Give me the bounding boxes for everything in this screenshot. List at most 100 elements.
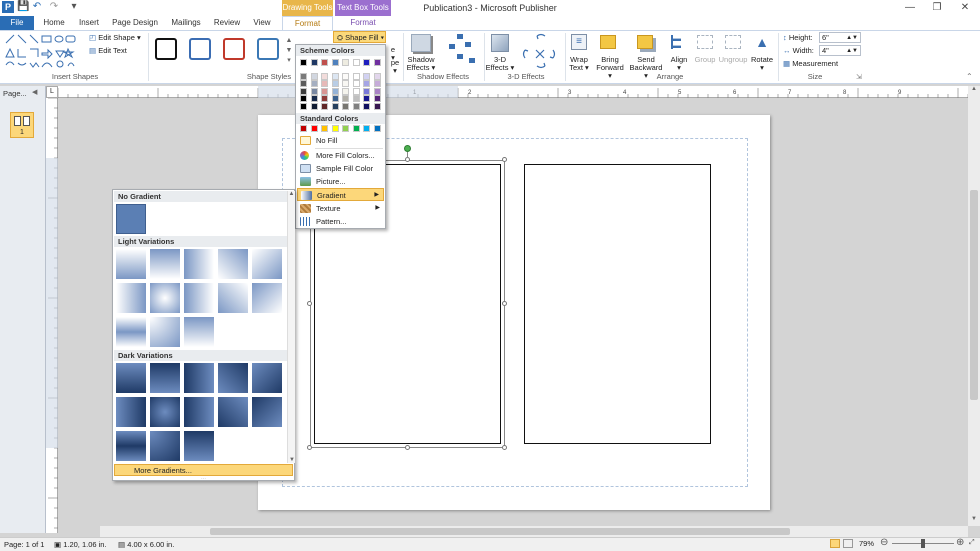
gradient-variation-tile[interactable] <box>150 397 180 427</box>
scheme-color-swatch[interactable] <box>310 87 318 95</box>
wrap-text-button[interactable]: Wrap Text ▾ <box>565 56 593 72</box>
standard-color-swatch[interactable] <box>352 125 360 132</box>
scheme-color-swatch[interactable] <box>373 87 381 95</box>
gradient-variation-tile[interactable] <box>184 397 214 427</box>
scheme-color-swatch[interactable] <box>300 59 307 66</box>
scheme-color-swatch[interactable] <box>352 72 360 80</box>
gallery-scroll-up-icon[interactable]: ▲ <box>288 191 295 197</box>
gradient-variation-tile[interactable] <box>252 249 282 279</box>
scheme-color-swatch[interactable] <box>373 102 381 110</box>
scheme-color-swatch[interactable] <box>363 72 370 80</box>
scheme-color-swatch[interactable] <box>300 87 307 95</box>
scheme-color-swatch[interactable] <box>363 87 370 95</box>
tab-file[interactable]: File <box>0 16 34 30</box>
scheme-color-swatch[interactable] <box>363 95 370 102</box>
gradient-variation-tile[interactable] <box>184 283 214 313</box>
gradient-variation-tile[interactable] <box>184 317 214 347</box>
tab-review[interactable]: Review <box>211 16 243 30</box>
3d-effects-button[interactable]: 3-D Effects ▾ <box>484 56 516 72</box>
tab-view[interactable]: View <box>249 16 275 30</box>
group-button[interactable]: Group <box>692 56 718 64</box>
scheme-color-swatch[interactable] <box>331 95 339 102</box>
ungroup-button[interactable]: Ungroup <box>716 56 750 64</box>
vertical-ruler[interactable] <box>46 97 58 533</box>
no-gradient-swatch[interactable] <box>116 204 146 234</box>
two-page-view-icon[interactable] <box>843 539 853 548</box>
gradient-variation-tile[interactable] <box>184 363 214 393</box>
tab-home[interactable]: Home <box>40 16 68 30</box>
scheme-color-swatch[interactable] <box>363 80 370 87</box>
scheme-color-swatch[interactable] <box>321 72 328 80</box>
scroll-down-icon[interactable]: ▼ <box>968 516 980 522</box>
edit-shape-button[interactable]: ◰ Edit Shape ▾ <box>89 34 149 42</box>
ruler-corner-icon[interactable]: L <box>46 86 58 98</box>
gallery-scroll-down-icon[interactable]: ▼ <box>288 457 296 463</box>
gradient-variation-tile[interactable] <box>150 431 180 461</box>
fit-page-icon[interactable]: ⤢ <box>969 539 975 547</box>
scheme-color-swatch[interactable] <box>342 95 349 102</box>
shadow-effects-button[interactable]: Shadow Effects ▾ <box>402 56 440 72</box>
minimize-icon[interactable]: — <box>895 2 925 14</box>
gradient-variation-tile[interactable] <box>116 397 146 427</box>
gradient-variation-tile[interactable] <box>150 317 180 347</box>
gradient-variation-tile[interactable] <box>150 283 180 313</box>
tab-page-design[interactable]: Page Design <box>110 16 160 30</box>
vertical-scroll-thumb[interactable] <box>970 190 978 400</box>
scheme-color-swatch[interactable] <box>310 95 318 102</box>
scroll-up-icon[interactable]: ▲ <box>968 86 980 92</box>
scheme-color-swatch[interactable] <box>300 72 307 80</box>
gradient-variation-tile[interactable] <box>150 363 180 393</box>
more-fill-colors-item[interactable]: More Fill Colors... <box>297 149 384 162</box>
single-page-view-icon[interactable] <box>830 539 840 548</box>
3d-tilt-icons[interactable] <box>519 32 561 72</box>
horizontal-scrollbar[interactable] <box>100 526 968 537</box>
gradient-variation-tile[interactable] <box>184 249 214 279</box>
scheme-color-swatch[interactable] <box>310 80 318 87</box>
zoom-slider-thumb[interactable] <box>920 539 925 548</box>
gradient-variation-tile[interactable] <box>252 363 282 393</box>
shape-style-light-blue[interactable] <box>257 38 279 60</box>
scheme-color-swatch[interactable] <box>300 80 307 87</box>
shapes-gallery[interactable] <box>4 33 82 71</box>
scheme-color-swatch[interactable] <box>321 102 328 110</box>
height-spinner-icon[interactable]: ▲▼ <box>846 33 858 43</box>
scheme-color-swatch[interactable] <box>310 72 318 80</box>
no-fill-item[interactable]: No Fill <box>297 134 384 147</box>
zoom-out-icon[interactable]: ⊖ <box>880 537 888 548</box>
gradient-variation-tile[interactable] <box>116 363 146 393</box>
gradient-variation-tile[interactable] <box>218 283 248 313</box>
tab-text-box-format[interactable]: Format <box>335 16 391 30</box>
standard-color-swatch[interactable] <box>363 125 370 132</box>
pattern-item[interactable]: Pattern... <box>297 215 384 228</box>
close-icon[interactable]: ✕ <box>950 2 980 14</box>
scheme-color-swatch[interactable] <box>352 59 360 66</box>
status-page[interactable]: Page: 1 of 1 <box>4 540 44 549</box>
resize-handle[interactable] <box>405 445 410 450</box>
size-dialog-launcher-icon[interactable]: ⇲ <box>856 73 862 81</box>
scheme-color-swatch[interactable] <box>363 59 370 66</box>
scheme-color-swatch[interactable] <box>373 80 381 87</box>
rotate-button[interactable]: Rotate ▾ <box>748 56 776 72</box>
tab-drawing-format[interactable]: Format <box>282 16 333 30</box>
measurement-button[interactable]: ▦ Measurement <box>783 60 853 68</box>
rotation-handle[interactable] <box>404 145 411 152</box>
resize-handle[interactable] <box>502 157 507 162</box>
scheme-color-swatch[interactable] <box>331 102 339 110</box>
scheme-color-swatch[interactable] <box>331 59 339 66</box>
shape-fill-button[interactable]: ⛭ Shape Fill ▾ <box>333 31 386 43</box>
standard-color-swatch[interactable] <box>331 125 339 132</box>
standard-color-swatch[interactable] <box>342 125 349 132</box>
zoom-in-icon[interactable]: ⊕ <box>956 537 964 548</box>
width-spinner-icon[interactable]: ▲▼ <box>846 46 858 56</box>
horizontal-ruler[interactable]: 123456789 <box>57 86 969 98</box>
shape-style-black[interactable] <box>155 38 177 60</box>
scheme-color-swatch[interactable] <box>373 72 381 80</box>
scheme-color-swatch[interactable] <box>331 87 339 95</box>
standard-color-swatch[interactable] <box>310 125 318 132</box>
bring-forward-button[interactable]: Bring Forward ▾ <box>594 56 626 80</box>
gradient-variation-tile[interactable] <box>116 431 146 461</box>
width-input[interactable]: 4" ▲▼ <box>819 45 861 56</box>
scheme-color-swatch[interactable] <box>352 87 360 95</box>
gradient-variation-tile[interactable] <box>116 317 146 347</box>
scheme-color-swatch[interactable] <box>342 102 349 110</box>
